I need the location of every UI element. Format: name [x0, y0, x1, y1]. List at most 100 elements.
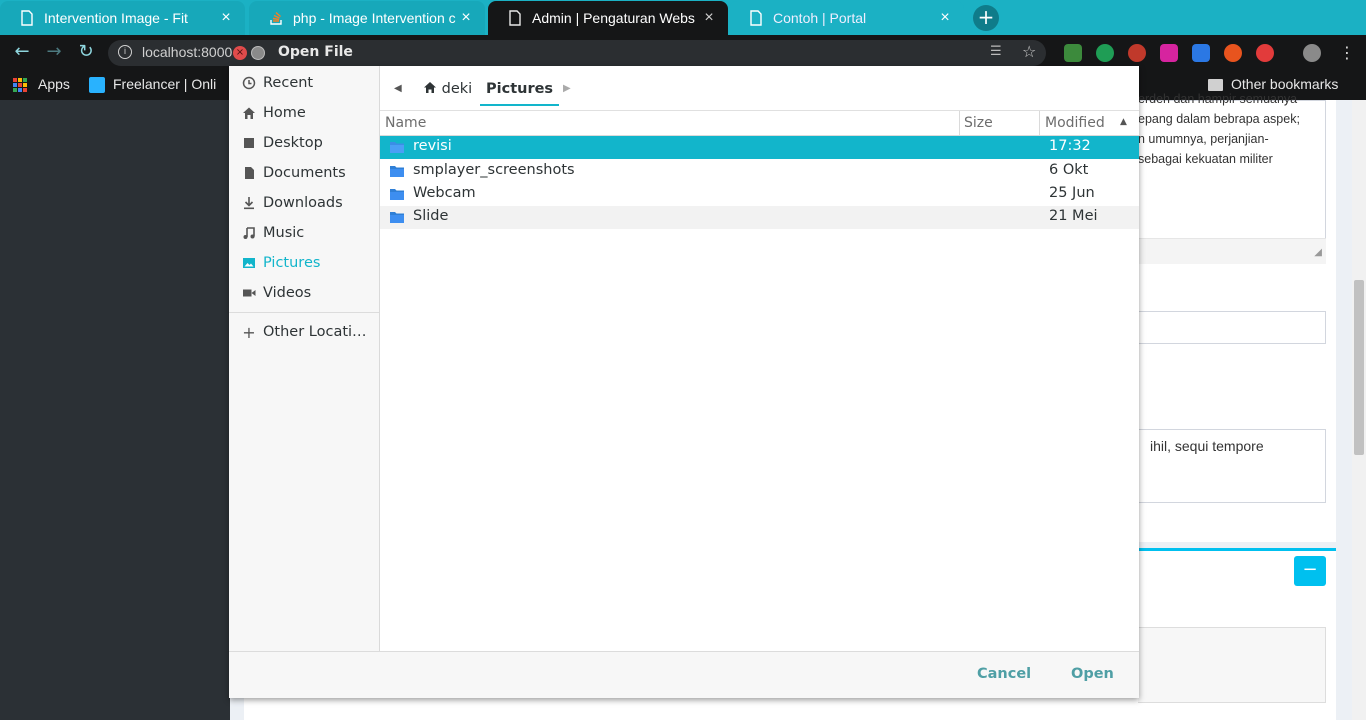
places-sidebar: Recent Home Desktop Documents Downloads — [229, 66, 380, 651]
browser-tab[interactable]: Contoh | Portal × — [729, 1, 964, 35]
close-tab-icon[interactable]: × — [457, 9, 475, 27]
page-icon — [749, 10, 763, 26]
folder-icon — [1208, 79, 1223, 91]
file-modified: 17:32 — [1049, 138, 1091, 154]
column-separator — [1039, 111, 1040, 136]
desktop-icon — [241, 135, 257, 151]
sidebar-item-desktop[interactable]: Desktop — [229, 128, 379, 158]
column-size[interactable]: Size — [964, 115, 993, 131]
plus-icon: + — [242, 322, 256, 342]
avatar[interactable] — [1303, 44, 1321, 62]
file-row[interactable]: Webcam 25 Jun — [380, 183, 1139, 206]
download-extension-icon[interactable] — [1192, 44, 1210, 62]
freelancer-icon — [89, 77, 105, 93]
home-icon — [423, 81, 442, 97]
description-text: ihil, sequi tempore — [1150, 438, 1264, 454]
adblock-icon[interactable] — [1128, 44, 1146, 62]
tab-title: Intervention Image - Fit — [44, 10, 188, 26]
new-tab-button[interactable]: + — [973, 5, 999, 31]
stackoverflow-icon — [269, 10, 283, 26]
record-icon[interactable] — [1256, 44, 1274, 62]
sidebar-item-label: Home — [263, 105, 306, 121]
close-tab-icon[interactable]: × — [936, 9, 954, 27]
folder-icon — [390, 141, 404, 153]
info-icon[interactable]: i — [118, 45, 132, 59]
folder-icon — [390, 165, 404, 177]
page-icon — [508, 10, 522, 26]
sidebar-item-home[interactable]: Home — [229, 98, 379, 128]
file-row[interactable]: revisi 17:32 — [380, 136, 1139, 159]
sidebar-item-documents[interactable]: Documents — [229, 158, 379, 188]
translate-icon[interactable]: ☰ — [990, 44, 1002, 59]
text-input[interactable] — [1138, 311, 1326, 344]
forward-icon[interactable]: → — [42, 41, 66, 65]
home-icon — [241, 105, 257, 121]
extension-icon[interactable] — [1064, 44, 1082, 62]
file-list-header: Name Size Modified ▲ — [380, 111, 1139, 136]
sidebar-item-recent[interactable]: Recent — [229, 68, 379, 98]
file-modified: 25 Jun — [1049, 185, 1095, 201]
collapse-button[interactable]: − — [1294, 556, 1326, 586]
browser-tab-strip: Intervention Image - Fit × php - Image I… — [0, 0, 1366, 35]
page-scrollbar-thumb[interactable] — [1354, 280, 1364, 455]
apps-icon — [13, 78, 27, 92]
browser-tab-active[interactable]: Admin | Pengaturan Webs × — [488, 1, 728, 35]
fire-icon[interactable] — [1224, 44, 1242, 62]
address-bar[interactable]: i localhost:8000 ☰ ☆ — [108, 40, 1046, 66]
file-row[interactable]: Slide 21 Mei — [380, 206, 1139, 229]
file-modified: 21 Mei — [1049, 208, 1098, 224]
column-name[interactable]: Name — [385, 115, 426, 131]
sort-ascending-icon: ▲ — [1120, 117, 1127, 127]
star-icon[interactable]: ☆ — [1022, 42, 1036, 61]
textarea-line: epang dalam bebrapa aspek; — [1138, 112, 1300, 126]
sidebar-item-music[interactable]: Music — [229, 218, 379, 248]
sidebar-item-label: Videos — [263, 285, 312, 301]
bookmark-apps[interactable]: Apps — [38, 76, 70, 92]
textarea-line: erdeh dan hampir semuanya — [1138, 92, 1298, 106]
file-row[interactable]: smplayer_screenshots 6 Okt — [380, 160, 1139, 183]
path-button-home[interactable]: deki — [417, 76, 478, 106]
browser-tab[interactable]: Intervention Image - Fit × — [0, 1, 245, 35]
file-name: Webcam — [413, 185, 476, 201]
sidebar-item-videos[interactable]: Videos — [229, 278, 379, 308]
grammarly-icon[interactable] — [1096, 44, 1114, 62]
instagram-icon[interactable] — [1160, 44, 1178, 62]
file-name: Slide — [413, 208, 449, 224]
recent-icon — [241, 75, 257, 91]
dialog-close-icon[interactable]: × — [233, 46, 247, 60]
sidebar-item-pictures[interactable]: Pictures — [229, 248, 379, 278]
path-forward-arrow-icon[interactable]: ▶ — [563, 83, 571, 94]
browser-tab[interactable]: php - Image Intervention c × — [249, 1, 485, 35]
tab-title: php - Image Intervention c — [293, 10, 456, 26]
sidebar-item-label: Documents — [263, 165, 346, 181]
menu-icon[interactable]: ⋮ — [1338, 44, 1356, 62]
tab-title: Contoh | Portal — [773, 10, 867, 26]
file-name: revisi — [413, 138, 452, 154]
close-tab-icon[interactable]: × — [700, 9, 718, 27]
path-back-arrow-icon[interactable]: ◀ — [394, 83, 402, 94]
sidebar-item-label: Pictures — [263, 255, 321, 271]
open-button[interactable]: Open — [1071, 666, 1114, 682]
path-home-label: deki — [441, 81, 473, 97]
open-file-dialog: Recent Home Desktop Documents Downloads — [229, 66, 1139, 698]
reload-icon[interactable]: ↻ — [74, 41, 98, 65]
cancel-button[interactable]: Cancel — [977, 666, 1031, 682]
dialog-maximize-icon[interactable] — [251, 46, 265, 60]
file-name: smplayer_screenshots — [413, 162, 575, 178]
sidebar-item-other-locations[interactable]: + Other Locati… — [229, 317, 379, 347]
bookmark-other[interactable]: Other bookmarks — [1231, 76, 1338, 92]
sidebar-item-label: Desktop — [263, 135, 323, 151]
page-icon — [20, 10, 34, 26]
close-tab-icon[interactable]: × — [217, 9, 235, 27]
bookmark-freelancer[interactable]: Freelancer | Onli — [113, 76, 223, 92]
column-modified[interactable]: Modified — [1045, 115, 1105, 131]
back-icon[interactable]: ← — [10, 41, 34, 65]
sidebar-item-downloads[interactable]: Downloads — [229, 188, 379, 218]
path-button-current[interactable]: Pictures — [480, 76, 560, 106]
documents-icon — [241, 165, 257, 181]
music-icon — [241, 225, 257, 241]
column-separator — [959, 111, 960, 136]
resize-handle-icon[interactable]: ◢ — [1314, 247, 1322, 258]
sidebar-item-label: Music — [263, 225, 305, 241]
textarea-line: sebagai kekuatan militer — [1138, 152, 1273, 166]
